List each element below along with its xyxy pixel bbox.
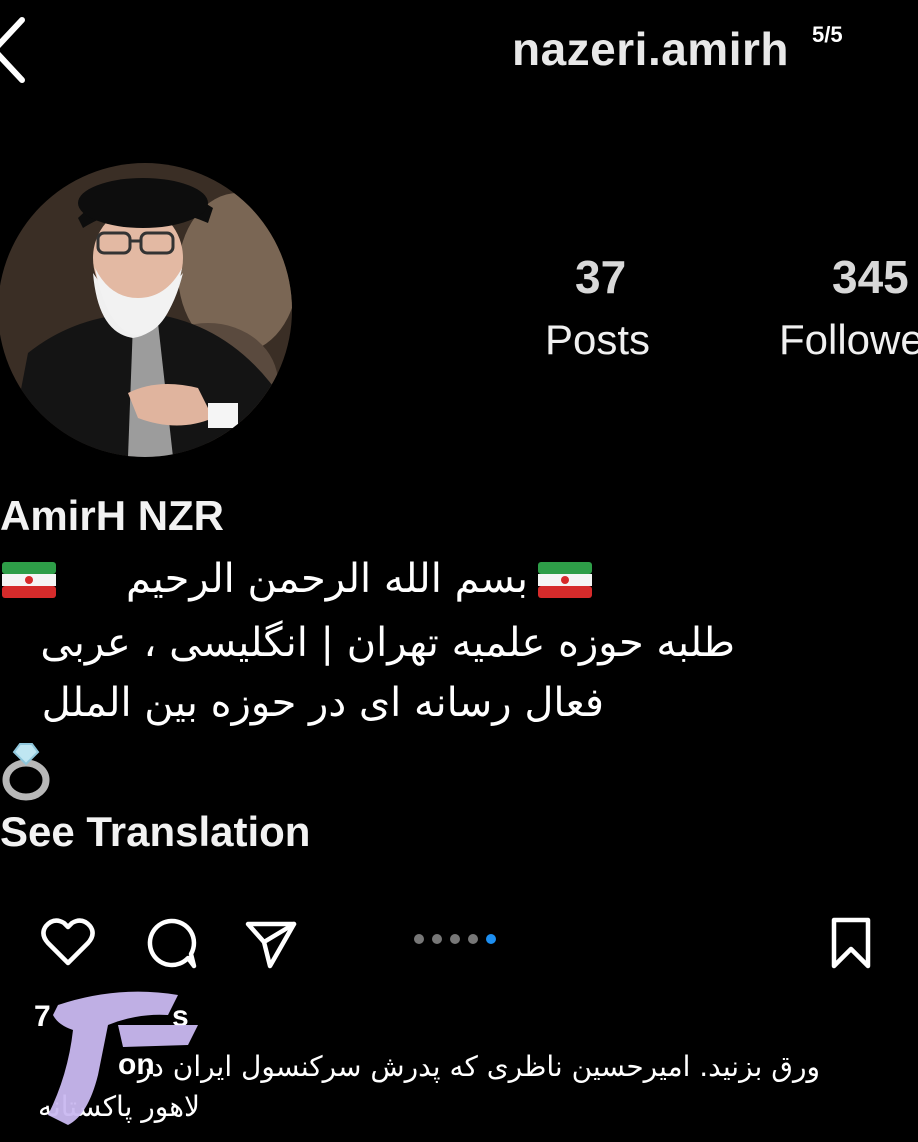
followers-count[interactable]: 345	[832, 250, 909, 304]
carousel-dot-active	[486, 934, 496, 944]
story-page-counter: 5/5	[812, 22, 843, 47]
heart-icon[interactable]	[40, 916, 96, 968]
followers-label[interactable]: Followers	[779, 316, 918, 364]
carousel-dot	[432, 934, 442, 944]
profile-avatar[interactable]	[0, 163, 292, 457]
iran-flag-icon	[538, 562, 592, 598]
bio-line-1: بسم الله الرحمن الرحیم	[125, 556, 528, 602]
display-name: AmirH NZR	[0, 492, 225, 539]
send-icon[interactable]	[244, 918, 298, 970]
chevron-left-icon[interactable]	[0, 14, 30, 84]
redaction-scribble	[48, 991, 198, 1125]
avatar-portrait	[0, 163, 292, 457]
profile-username: nazeri.amirh	[512, 23, 789, 75]
carousel-dot	[468, 934, 478, 944]
bio-line-3: فعال رسانه ای در حوزه بین الملل	[41, 680, 604, 726]
bio-line-2: طلبه حوزه علمیه تهران | انگلیسی ، عربی	[40, 620, 735, 666]
posts-count[interactable]: 37	[575, 250, 626, 304]
iran-flag-icon	[2, 562, 56, 598]
see-translation-link[interactable]: See Translation	[0, 808, 310, 856]
carousel-dot	[414, 934, 424, 944]
caption-line-1: ورق بزنید. امیرحسین ناظری که پدرش سرکنسو…	[137, 1050, 820, 1083]
comment-icon[interactable]	[144, 916, 198, 970]
ring-icon	[2, 743, 50, 801]
bookmark-icon[interactable]	[826, 916, 876, 970]
posts-label[interactable]: Posts	[545, 316, 650, 364]
carousel-indicator	[414, 934, 496, 944]
carousel-dot	[450, 934, 460, 944]
